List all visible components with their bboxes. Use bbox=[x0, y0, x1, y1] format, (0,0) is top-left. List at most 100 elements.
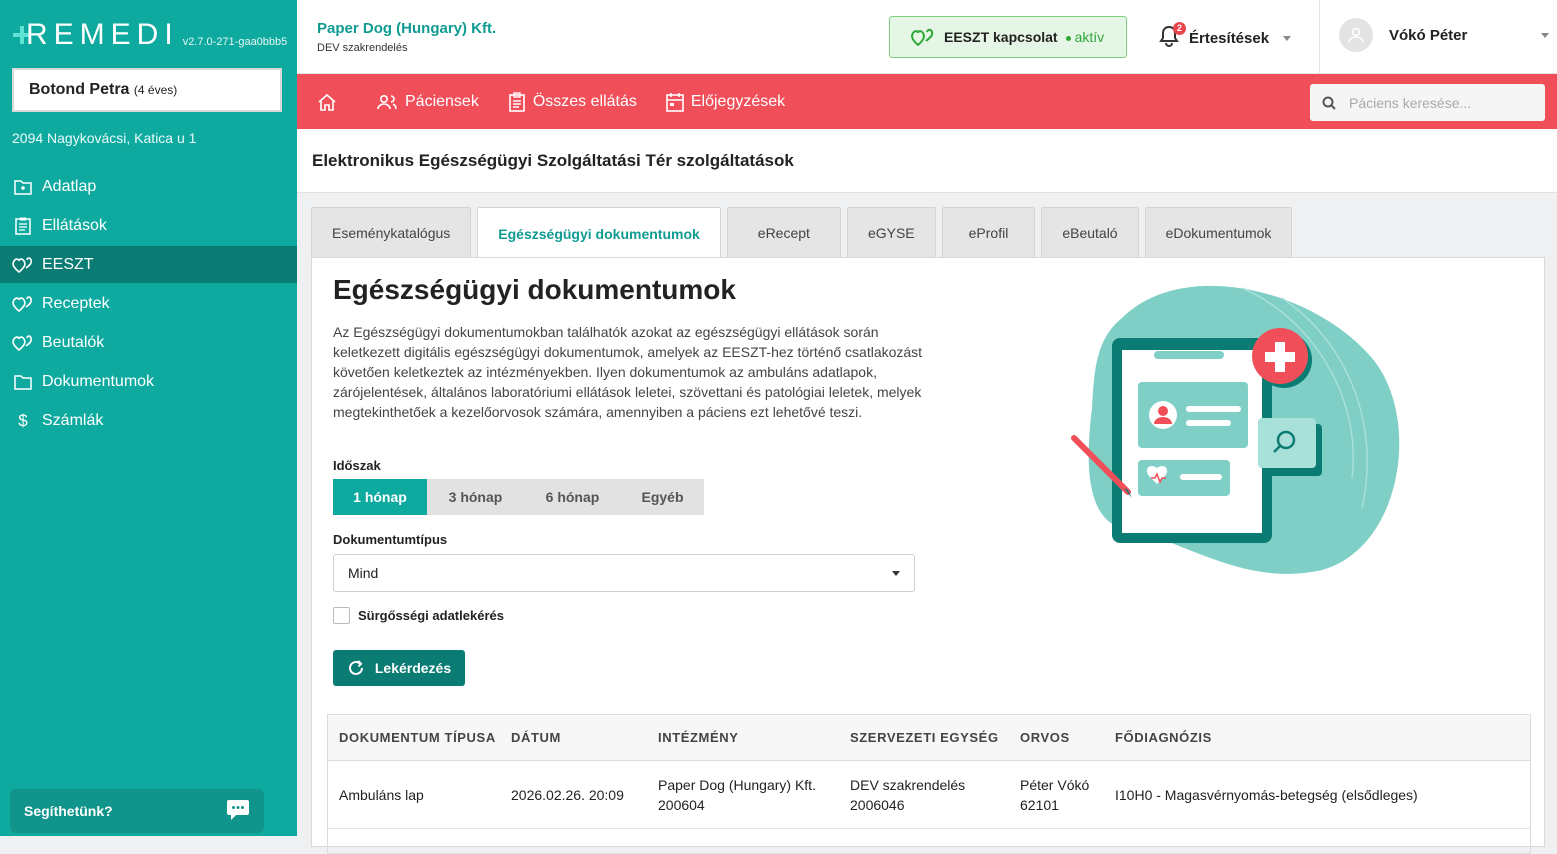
cell-diagnosis: I10H0 - Magasvérnyomás-betegség (elsődle… bbox=[1115, 786, 1418, 803]
nav-label: Összes ellátás bbox=[532, 92, 637, 110]
avatar bbox=[1339, 18, 1373, 52]
organization-name[interactable]: Paper Dog (Hungary) Kft. bbox=[317, 20, 496, 37]
clipboard-icon bbox=[509, 91, 525, 112]
column-header-type[interactable]: DOKUMENTUM TÍPUSA bbox=[328, 730, 511, 745]
query-button[interactable]: Lekérdezés bbox=[333, 650, 465, 686]
sidebar-item-label: Ellátások bbox=[42, 216, 107, 234]
tab-egyse[interactable]: eGYSE bbox=[846, 207, 936, 258]
refresh-icon bbox=[348, 660, 363, 675]
doctor-code: 62101 bbox=[1020, 796, 1059, 813]
nav-label: Páciensek bbox=[405, 92, 479, 110]
emergency-checkbox[interactable] bbox=[333, 607, 350, 624]
tab-esemenykatalogus[interactable]: Eseménykatalógus bbox=[311, 207, 472, 258]
tab-ebeutalo[interactable]: eBeutaló bbox=[1041, 207, 1139, 258]
sidebar-item-receptek[interactable]: Receptek bbox=[0, 285, 297, 322]
chevron-down-icon bbox=[1283, 35, 1292, 41]
eeszt-connection-status[interactable]: EESZT kapcsolat aktív bbox=[889, 16, 1127, 58]
institution-code: 200604 bbox=[658, 796, 705, 813]
column-header-unit[interactable]: SZERVEZETI EGYSÉG bbox=[850, 730, 1020, 745]
sidebar-item-label: Adatlap bbox=[42, 177, 97, 195]
cell-doctor: Péter Vókó 62101 bbox=[1020, 775, 1115, 815]
institution-name: Paper Dog (Hungary) Kft. bbox=[658, 776, 816, 793]
period-option-3-months[interactable]: 3 hónap bbox=[427, 479, 524, 515]
sidebar-item-ellatasok[interactable]: Ellátások bbox=[0, 207, 297, 244]
column-header-institution[interactable]: INTÉZMÉNY bbox=[658, 730, 850, 745]
top-header: Paper Dog (Hungary) Kft. DEV szakrendelé… bbox=[297, 0, 1557, 74]
header-divider bbox=[1319, 0, 1320, 74]
panel-title: Egészségügyi dokumentumok bbox=[333, 274, 736, 305]
sidebar-nav: Adatlap Ellátások EESZT Receptek Beutaló… bbox=[0, 168, 297, 441]
sidebar-item-beutalok[interactable]: Beutalók bbox=[0, 324, 297, 361]
column-header-doctor[interactable]: ORVOS bbox=[1020, 730, 1115, 745]
sidebar-item-label: Számlák bbox=[42, 411, 104, 429]
eeszt-hearts-icon bbox=[12, 334, 34, 352]
help-label: Segíthetünk? bbox=[24, 803, 113, 819]
period-option-1-month[interactable]: 1 hónap bbox=[333, 479, 427, 515]
sidebar-item-dokumentumok[interactable]: Dokumentumok bbox=[0, 363, 297, 400]
patient-age: (4 éves) bbox=[133, 83, 178, 97]
eeszt-hearts-icon bbox=[12, 256, 34, 274]
table-header: DOKUMENTUM TÍPUSA DÁTUM INTÉZMÉNY SZERVE… bbox=[328, 715, 1530, 761]
sidebar-item-eeszt[interactable]: EESZT bbox=[0, 246, 297, 283]
patient-search[interactable] bbox=[1310, 84, 1545, 121]
unit-code: 2006046 bbox=[850, 796, 905, 813]
page-header: Elektronikus Egészségügyi Szolgáltatási … bbox=[297, 129, 1557, 193]
period-option-6-months[interactable]: 6 hónap bbox=[524, 479, 621, 515]
tab-eprofil[interactable]: eProfil bbox=[941, 207, 1036, 258]
logo-text: REMEDI bbox=[26, 18, 179, 51]
main-nav-bar: Páciensek Összes ellátás Előjegyzések bbox=[297, 74, 1557, 129]
folder-user-icon bbox=[12, 178, 34, 196]
app-version: v2.7.0-271-gaa0bbb5 bbox=[182, 36, 288, 48]
eeszt-tabs: Eseménykatalógus Egészségügyi dokumentum… bbox=[311, 207, 1298, 259]
tab-edokumentumok[interactable]: eDokumentumok bbox=[1144, 207, 1293, 258]
column-header-date[interactable]: DÁTUM bbox=[511, 730, 658, 745]
cell-type: Ambuláns lap bbox=[339, 786, 424, 803]
user-menu[interactable]: Vókó Péter bbox=[1339, 18, 1549, 52]
sidebar-item-adatlap[interactable]: Adatlap bbox=[0, 168, 297, 205]
tab-egeszsegugyi-dokumentumok[interactable]: Egészségügyi dokumentumok bbox=[477, 207, 721, 259]
sidebar-item-label: Beutalók bbox=[42, 333, 105, 351]
home-icon bbox=[318, 93, 336, 111]
chevron-down-icon bbox=[892, 570, 900, 576]
medical-documents-illustration bbox=[1071, 285, 1400, 574]
cell-unit: DEV szakrendelés 2006046 bbox=[850, 775, 1020, 815]
calendar-icon bbox=[666, 92, 684, 112]
table-row[interactable]: Ambuláns lap 2026.02.26. 20:09 Paper Dog… bbox=[328, 761, 1530, 829]
nav-all-services[interactable]: Összes ellátás bbox=[508, 91, 637, 112]
eeszt-hearts-icon bbox=[12, 295, 34, 313]
search-input[interactable] bbox=[1349, 94, 1529, 111]
doctor-name: Péter Vókó bbox=[1020, 776, 1090, 793]
nav-appointments[interactable]: Előjegyzések bbox=[666, 92, 785, 112]
nav-patients[interactable]: Páciensek bbox=[376, 93, 479, 111]
sidebar-item-szamlak[interactable]: $ Számlák bbox=[0, 402, 297, 439]
unit-name: DEV szakrendelés bbox=[850, 776, 966, 793]
doctype-label: Dokumentumtípus bbox=[333, 532, 448, 547]
column-header-diagnosis[interactable]: FŐDIAGNÓZIS bbox=[1115, 730, 1530, 745]
users-icon bbox=[377, 94, 397, 109]
documents-panel: Egészségügyi dokumentumok Az Egészségügy… bbox=[311, 257, 1545, 854]
tab-erecept[interactable]: eRecept bbox=[726, 207, 841, 258]
notifications-label: Értesítések bbox=[1189, 29, 1270, 47]
patient-address: 2094 Nagykovácsi, Katica u 1 bbox=[12, 130, 197, 146]
cell-date: 2026.02.26. 20:09 bbox=[511, 786, 624, 803]
notifications-menu[interactable]: 2 Értesítések bbox=[1159, 22, 1292, 51]
emergency-query-row[interactable]: Sürgősségi adatlekérés bbox=[333, 607, 504, 624]
notification-count-badge: 2 bbox=[1173, 22, 1186, 35]
documents-table: DOKUMENTUM TÍPUSA DÁTUM INTÉZMÉNY SZERVE… bbox=[327, 714, 1531, 854]
sidebar-item-label: Receptek bbox=[42, 294, 110, 312]
eeszt-hearts-icon bbox=[911, 28, 934, 47]
help-chat-widget[interactable]: Segíthetünk? bbox=[10, 789, 264, 833]
query-button-label: Lekérdezés bbox=[374, 660, 452, 676]
home-link[interactable] bbox=[317, 93, 344, 111]
patient-name-box[interactable]: Botond Petra (4 éves) bbox=[12, 68, 282, 112]
user-name: Vókó Péter bbox=[1389, 26, 1468, 44]
search-icon bbox=[1322, 96, 1336, 110]
app-logo[interactable]: REMEDI v2.7.0-271-gaa0bbb5 bbox=[12, 18, 287, 52]
eeszt-connection-label: EESZT kapcsolat bbox=[944, 29, 1058, 45]
doctype-select[interactable]: Mind bbox=[333, 554, 915, 592]
sidebar-item-label: Dokumentumok bbox=[42, 372, 155, 390]
patient-name: Botond Petra bbox=[29, 81, 130, 98]
period-selector: 1 hónap 3 hónap 6 hónap Egyéb bbox=[333, 479, 704, 515]
period-option-other[interactable]: Egyéb bbox=[621, 479, 704, 515]
doctype-value: Mind bbox=[348, 565, 379, 581]
